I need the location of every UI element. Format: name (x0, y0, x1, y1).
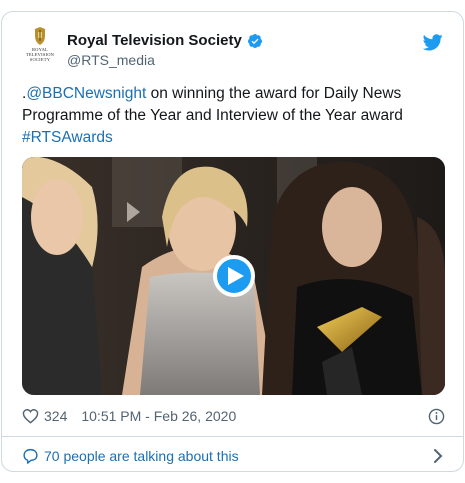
reply-bubble-icon (23, 448, 38, 464)
name-row: Royal Television Society (67, 32, 263, 49)
like-count[interactable]: 324 (44, 408, 67, 424)
account-handle[interactable]: @RTS_media (67, 52, 155, 68)
tweet-text: .@BBCNewsnight on winning the award for … (22, 83, 442, 149)
tweet-timestamp[interactable]: 10:51 PM - Feb 26, 2020 (81, 408, 236, 424)
tweet-header: ROYAL TELEVISION SOCIETY Royal Televisio… (2, 12, 463, 78)
video-thumbnail[interactable] (22, 157, 445, 395)
verified-badge-icon (247, 33, 262, 48)
tweet-meta: 324 10:51 PM - Feb 26, 2020 (22, 405, 445, 427)
info-icon[interactable] (428, 408, 445, 425)
conversation-count-text[interactable]: 70 people are talking about this (44, 448, 239, 464)
play-button[interactable] (213, 255, 255, 297)
avatar[interactable]: ROYAL TELEVISION SOCIETY (20, 26, 60, 72)
display-name[interactable]: Royal Television Society (67, 32, 242, 49)
hashtag-link[interactable]: #RTSAwards (22, 129, 113, 146)
twitter-bird-icon[interactable] (423, 34, 443, 51)
play-icon (227, 267, 244, 285)
tweet-embed-card: ROYAL TELEVISION SOCIETY Royal Televisio… (1, 11, 464, 472)
mention-link[interactable]: @BBCNewsnight (26, 85, 146, 102)
rts-crest-icon (35, 27, 45, 45)
divider (2, 436, 463, 437)
avatar-label: ROYAL TELEVISION SOCIETY (25, 47, 55, 62)
conversation-link[interactable]: 70 people are talking about this (22, 445, 445, 467)
heart-icon[interactable] (22, 408, 39, 424)
chevron-right-icon[interactable] (433, 448, 443, 464)
